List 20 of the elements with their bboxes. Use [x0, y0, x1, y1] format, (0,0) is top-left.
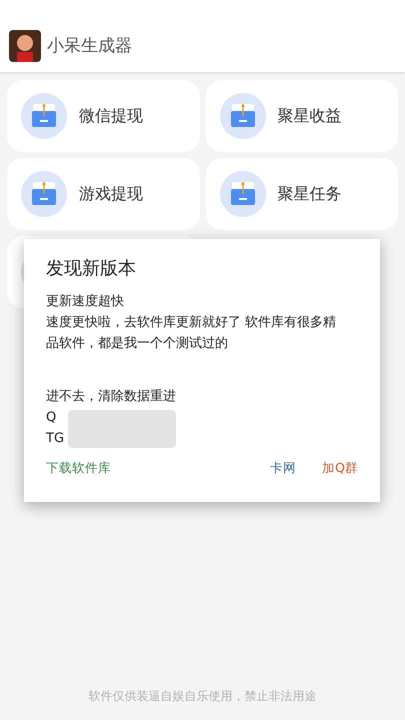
dialog-text: Q: [46, 409, 56, 427]
dialog-text: TG: [46, 430, 64, 448]
dialog-button[interactable]: 下载软件库: [46, 459, 111, 478]
menu-card[interactable]: 微信提现: [7, 80, 200, 152]
footer-note: 软件仅供装逼自娱自乐使用，禁止非法用途: [88, 688, 318, 705]
inbox-icon: [21, 171, 67, 217]
dialog-text: 进不去，清除数据重进: [46, 388, 176, 406]
app-title: 小呆生成器: [47, 35, 132, 58]
inbox-icon: [21, 93, 67, 139]
menu-card[interactable]: 聚星收益: [206, 80, 398, 152]
menu-card[interactable]: 游戏提现: [7, 158, 200, 230]
dialog-button[interactable]: 卡网: [270, 459, 296, 478]
inbox-icon: [220, 171, 266, 217]
menu-card[interactable]: 聚星任务: [206, 158, 398, 230]
dialog-text: 更新速度超快: [46, 293, 125, 311]
app-logo-icon: [9, 30, 41, 62]
dialog-title: 发现新版本: [46, 257, 137, 281]
dialog-text: 速度更快啦，去软件库更新就好了 软件库有很多精品软件，都是我一个个测试过的: [46, 314, 338, 353]
inbox-icon: [220, 93, 266, 139]
dialog-button[interactable]: 加Q群: [322, 459, 358, 478]
